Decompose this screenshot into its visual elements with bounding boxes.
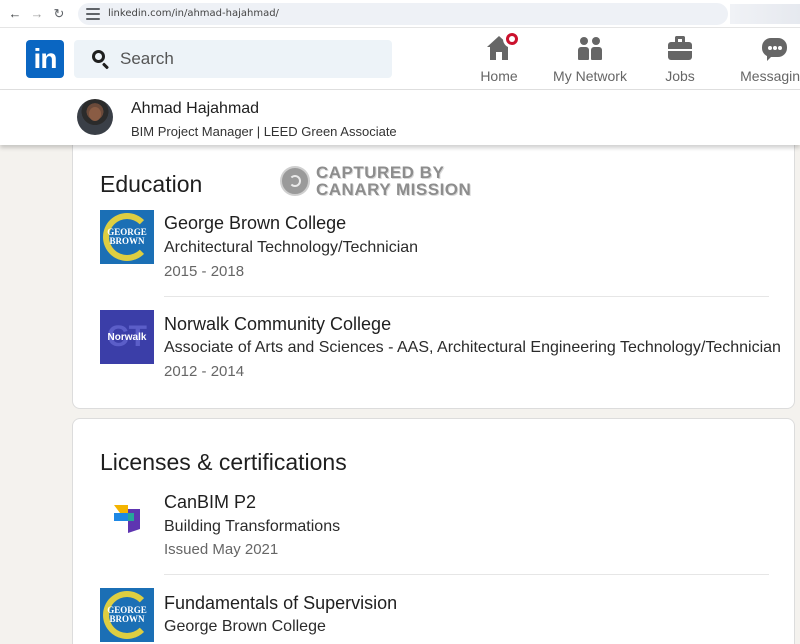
chat-icon <box>761 36 787 62</box>
school-name[interactable]: George Brown College <box>164 213 346 234</box>
browser-toolbar: ← → ↻ linkedin.com/in/ahmad-hajahmad/ <box>0 0 800 28</box>
avatar[interactable] <box>77 99 113 135</box>
divider <box>164 574 769 575</box>
watermark-line-1: CAPTURED BY <box>316 163 445 182</box>
school-name[interactable]: Norwalk Community College <box>164 314 391 335</box>
nav-item-my-network[interactable]: My Network <box>548 36 632 86</box>
nav-label-home: Home <box>480 68 518 84</box>
certification-issuer: Building Transformations <box>164 518 341 535</box>
logo-text: GEORGE BROWN <box>107 227 147 246</box>
nav-item-messaging[interactable]: Messaging <box>734 36 800 86</box>
site-settings-icon[interactable] <box>86 7 100 20</box>
profile-sticky-header <box>0 90 800 145</box>
briefcase-icon <box>667 36 693 62</box>
logo-text: Norwalk <box>107 331 147 343</box>
school-logo-george-brown[interactable]: GEORGE BROWN <box>100 210 154 264</box>
logo-text: GEORGE BROWN <box>107 605 147 624</box>
nav-item-jobs[interactable]: Jobs <box>656 36 704 86</box>
search-input[interactable]: Search <box>74 40 392 78</box>
search-icon <box>92 50 110 70</box>
divider <box>164 296 769 297</box>
home-icon <box>486 30 521 62</box>
licenses-card: Licenses & certifications CanBIM P2 Buil… <box>72 418 795 644</box>
nav-item-home[interactable]: Home <box>474 30 524 86</box>
certification-issue-date: Issued May 2021 <box>164 541 279 558</box>
reload-icon[interactable]: ↻ <box>48 3 70 25</box>
linkedin-top-nav: in Search Home My Network Jobs Messagin <box>0 28 800 90</box>
program-name: Architectural Technology/Technician <box>164 239 419 256</box>
watermark-line-2: CANARY MISSION <box>316 180 472 199</box>
program-name: Associate of Arts and Sciences - AAS, Ar… <box>164 339 781 356</box>
back-arrow-icon[interactable]: ← <box>4 3 26 25</box>
certification-name[interactable]: CanBIM P2 <box>164 492 256 513</box>
profile-name: Ahmad Hajahmad <box>131 100 260 117</box>
canbim-logo-icon[interactable] <box>100 489 154 543</box>
forward-arrow-icon[interactable]: → <box>26 3 48 25</box>
nav-label-my-network: My Network <box>553 68 627 84</box>
people-icon <box>577 36 603 62</box>
seal-icon <box>280 166 310 196</box>
profile-headline: BIM Project Manager | LEED Green Associa… <box>131 124 397 139</box>
school-logo-norwalk[interactable]: CT Norwalk <box>100 310 154 364</box>
issuer-logo-george-brown[interactable]: GEORGE BROWN <box>100 588 154 642</box>
education-dates: 2012 - 2014 <box>164 363 245 380</box>
notification-badge <box>503 30 521 48</box>
nav-label-jobs: Jobs <box>665 68 695 84</box>
certification-name[interactable]: Fundamentals of Supervision <box>164 593 397 614</box>
url-text: linkedin.com/in/ahmad-hajahmad/ <box>108 8 279 19</box>
watermark: CAPTURED BY CANARY MISSION <box>280 164 471 198</box>
certification-issuer: George Brown College <box>164 618 326 635</box>
address-bar[interactable]: linkedin.com/in/ahmad-hajahmad/ <box>78 2 728 25</box>
section-title-education: Education <box>100 171 203 197</box>
nav-label-messaging: Messaging <box>740 68 800 84</box>
section-title-licenses: Licenses & certifications <box>100 449 347 475</box>
browser-toolbar-right <box>730 4 800 24</box>
linkedin-logo[interactable]: in <box>26 40 64 78</box>
search-placeholder: Search <box>120 49 174 68</box>
education-dates: 2015 - 2018 <box>164 263 245 280</box>
